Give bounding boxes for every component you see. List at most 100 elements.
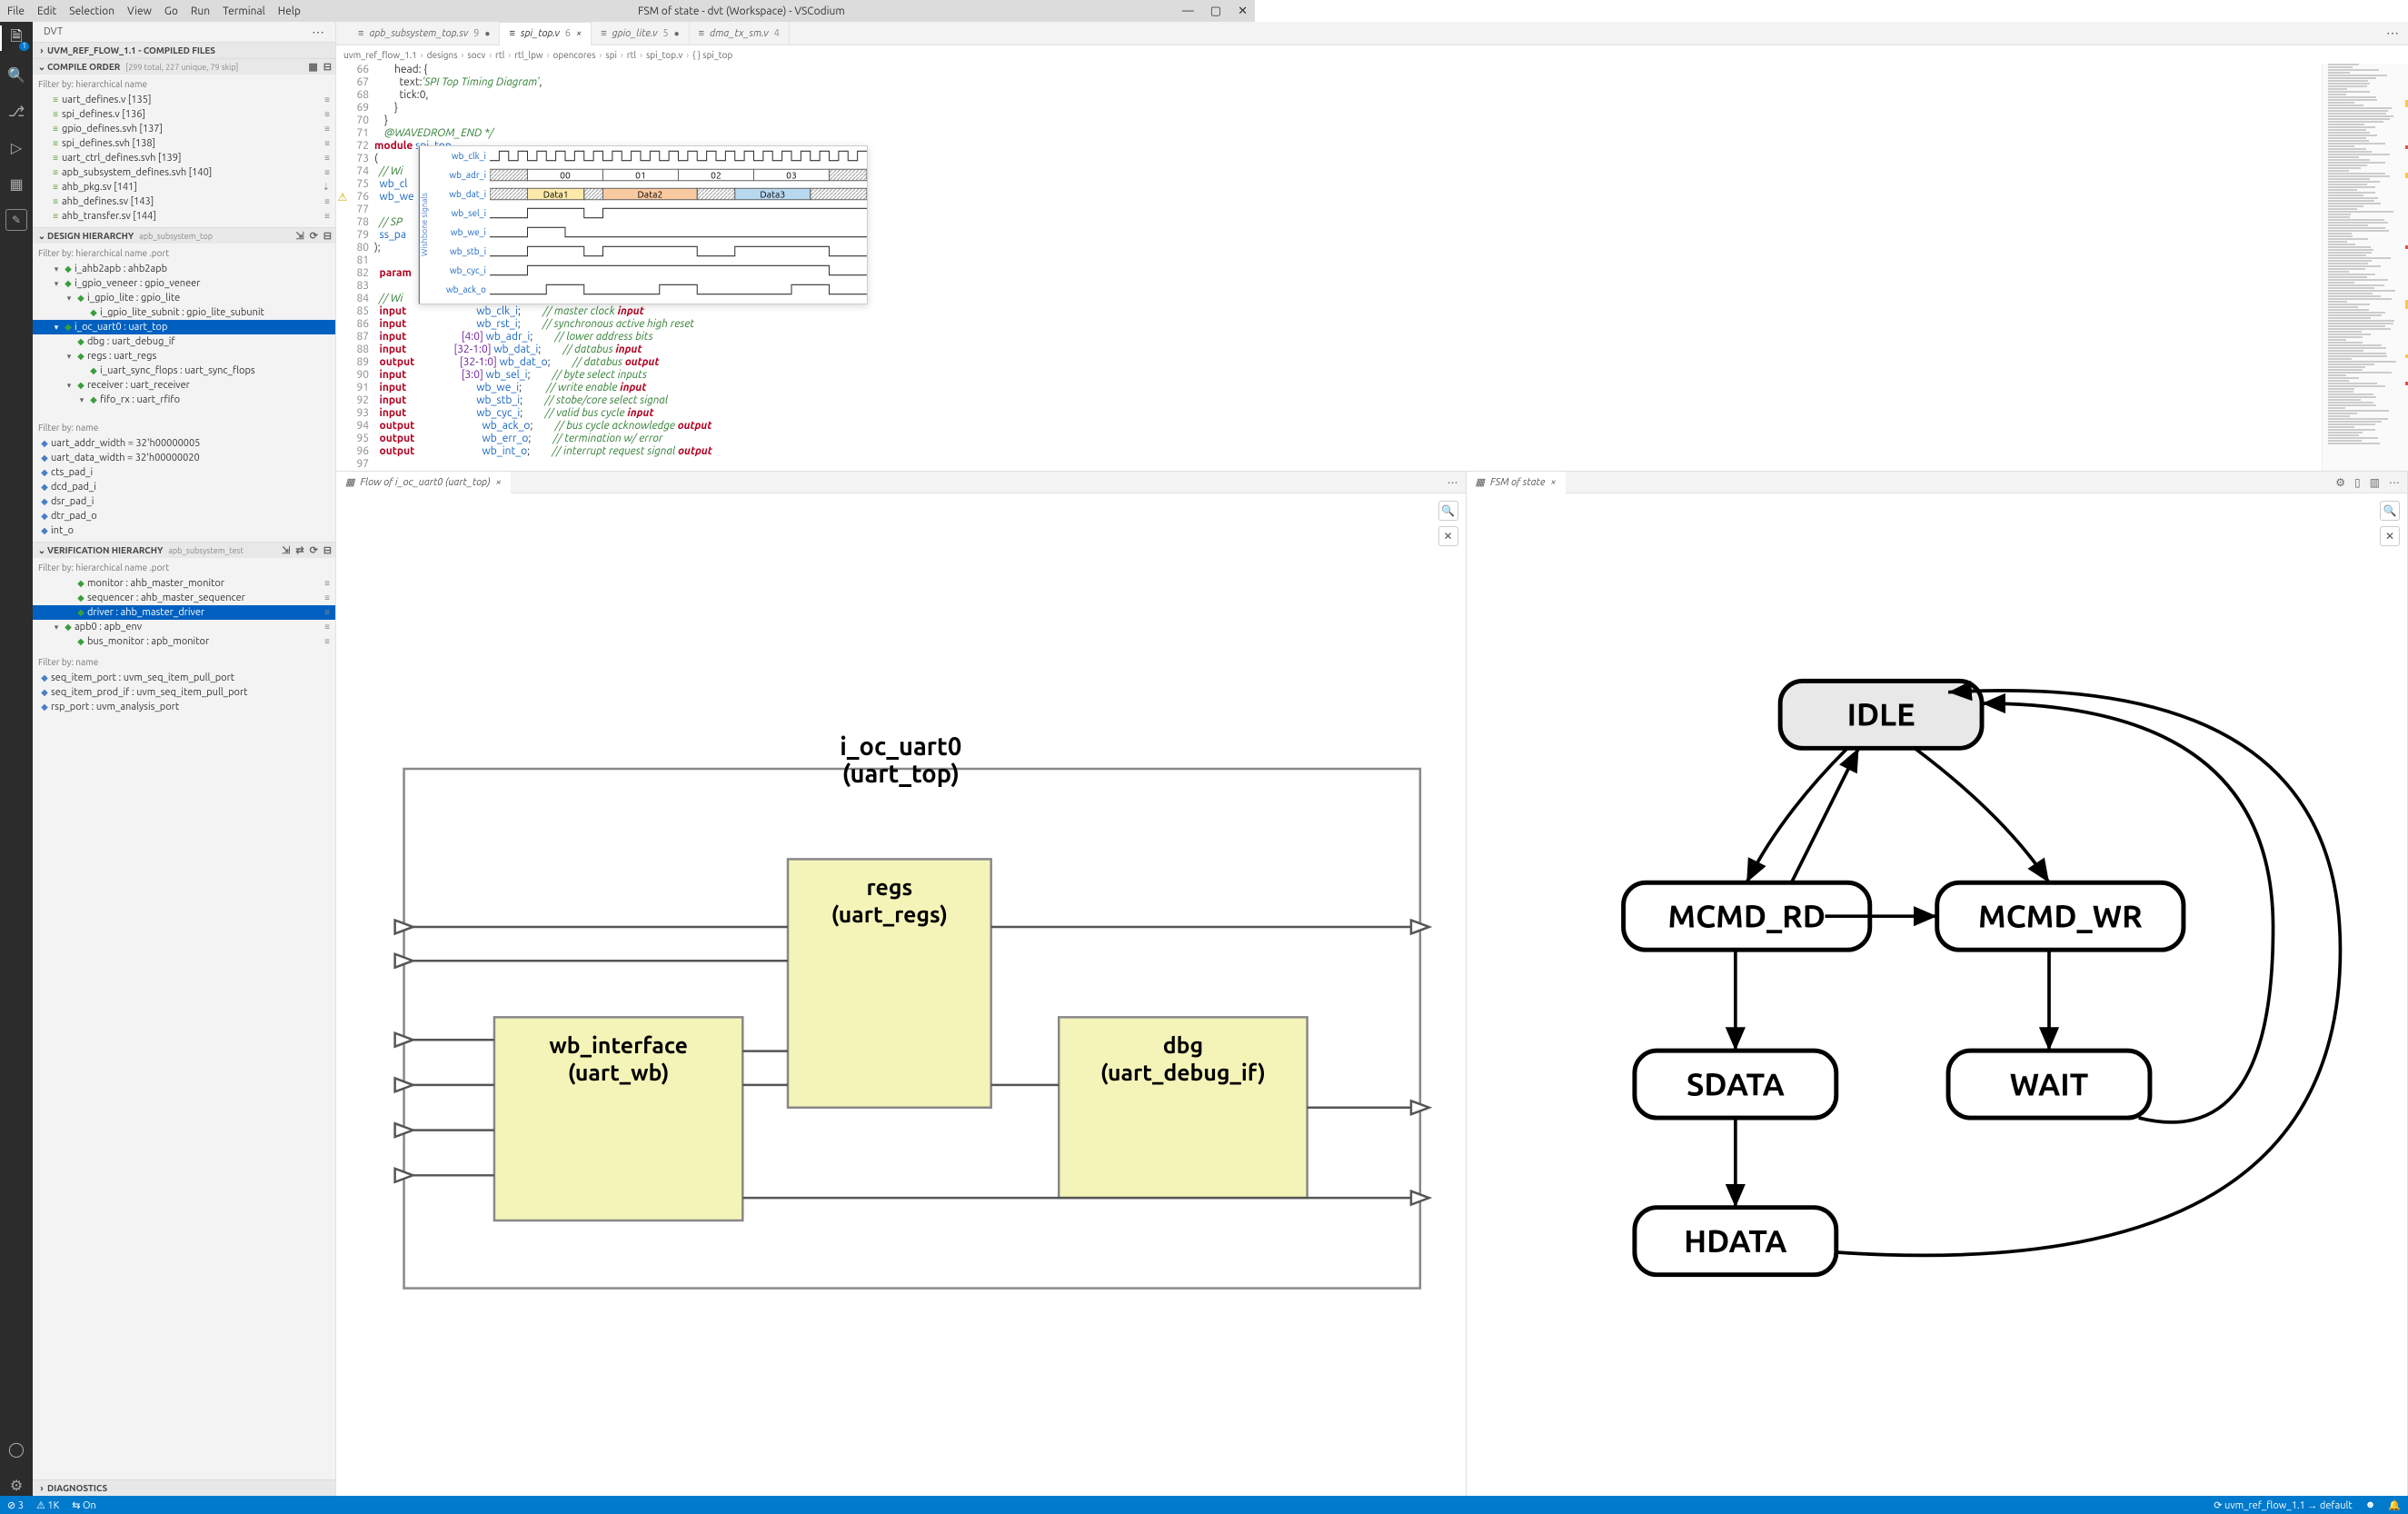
breadcrumb-segment[interactable]: uvm_ref_flow_1.1 (343, 50, 417, 60)
status-feedback-icon[interactable]: ☻ (2365, 1499, 2376, 1510)
compile-order-item[interactable]: ≡gpio_defines.svh [137]≡ (33, 122, 335, 136)
compile-order-item[interactable]: ≡apb_subsystem_defines.svh [140]≡ (33, 165, 335, 180)
menu-run[interactable]: Run (191, 5, 210, 17)
design-hier-item[interactable]: ▾◆regs : uart_regs (33, 349, 335, 364)
collapse-icon[interactable]: ⊟ (323, 544, 332, 556)
verif-ports-filter[interactable] (38, 654, 330, 669)
tab-spi-top[interactable]: ≡ spi_top.v 6 × (500, 22, 592, 45)
layout-grid-icon[interactable]: ▥ (2370, 476, 2380, 489)
tab-apb-subsystem[interactable]: ≡ apb_subsystem_top.sv 9 ● (349, 22, 500, 45)
verif-hier-item[interactable]: ◆bus_monitor : apb_monitor≡ (33, 634, 335, 649)
breadcrumb-segment[interactable]: spi (605, 50, 617, 60)
account-icon[interactable]: ◯ (5, 1438, 27, 1459)
design-port-item[interactable]: ◆cts_pad_i (33, 465, 335, 480)
hierarchy-icon[interactable]: ⇲ (282, 544, 290, 556)
design-hier-item[interactable]: ◆dbg : uart_debug_if (33, 334, 335, 349)
verification-hierarchy-tree[interactable]: ◆monitor : ahb_master_monitor≡◆sequencer… (33, 576, 335, 652)
fit-icon[interactable]: ✕ (1438, 526, 1458, 546)
verification-ports-list[interactable]: ◆seq_item_port : uvm_seq_item_pull_port◆… (33, 671, 335, 718)
files-icon[interactable]: 🗎1 (5, 27, 27, 49)
menu-terminal[interactable]: Terminal (223, 5, 265, 17)
tab-fsm[interactable]: ▦ FSM of state × (1467, 472, 1566, 493)
editor-more-icon[interactable]: ⋯ (2377, 25, 2408, 41)
sidebar-more-icon[interactable]: ⋯ (312, 25, 324, 40)
panel-diagnostics[interactable]: › DIAGNOSTICS (33, 1479, 335, 1496)
verif-port-item[interactable]: ◆rsp_port : uvm_analysis_port (33, 700, 335, 714)
design-hier-item[interactable]: ▾◆i_ahb2apb : ahb2apb (33, 262, 335, 276)
collapse-icon[interactable]: ⊟ (323, 61, 332, 73)
design-hier-item[interactable]: ▾◆i_gpio_lite : gpio_lite (33, 291, 335, 305)
breadcrumb-segment[interactable]: spi_top.v (646, 50, 682, 60)
compile-order-filter[interactable] (38, 76, 330, 91)
verif-hier-item[interactable]: ◆driver : ahb_master_driver≡ (33, 605, 335, 620)
close-icon[interactable]: ✕ (1238, 5, 1248, 18)
search-icon[interactable]: 🔍 (5, 64, 27, 85)
tab-close-icon[interactable]: × (1550, 477, 1556, 488)
menu-view[interactable]: View (127, 5, 152, 17)
menu-go[interactable]: Go (164, 5, 178, 17)
breadcrumb[interactable]: uvm_ref_flow_1.1›designs›socv›rtl›rtl_lp… (336, 45, 2408, 64)
menu-help[interactable]: Help (278, 5, 301, 17)
compile-order-item[interactable]: ≡spi_defines.v [136]≡ (33, 107, 335, 122)
menu-selection[interactable]: Selection (69, 5, 114, 17)
menu-bar[interactable]: File Edit Selection View Go Run Terminal… (7, 5, 301, 17)
breadcrumb-segment[interactable]: designs (427, 50, 458, 60)
compile-order-item[interactable]: ≡spi_defines.svh [138]≡ (33, 136, 335, 151)
verif-port-item[interactable]: ◆seq_item_prod_if : uvm_seq_item_pull_po… (33, 685, 335, 700)
tab-dma-tx-sm[interactable]: ≡ dma_tx_sm.v 4 (690, 22, 790, 45)
hierarchy-icon[interactable]: ⇲ (295, 230, 303, 242)
status-sync[interactable]: ⇆ On (72, 1499, 96, 1511)
refresh-icon[interactable]: ⟳ (310, 544, 318, 556)
status-warnings[interactable]: ⚠ 1K (36, 1499, 59, 1511)
breadcrumb-segment[interactable]: rtl (627, 50, 636, 60)
verif-port-item[interactable]: ◆seq_item_port : uvm_seq_item_pull_port (33, 671, 335, 685)
design-hier-filter[interactable] (38, 245, 330, 260)
maximize-icon[interactable]: ▢ (1210, 5, 1221, 18)
compile-order-tree[interactable]: ≡uart_defines.v [135]≡≡spi_defines.v [13… (33, 93, 335, 227)
menu-edit[interactable]: Edit (37, 5, 56, 17)
design-port-item[interactable]: ◆int_o (33, 523, 335, 538)
verif-hier-item[interactable]: ◆monitor : ahb_master_monitor≡ (33, 576, 335, 591)
refresh-icon[interactable]: ⟳ (310, 230, 318, 242)
verif-hier-item[interactable]: ◆sequencer : ahb_master_sequencer≡ (33, 591, 335, 605)
design-ports-filter[interactable] (38, 420, 330, 434)
compile-order-item[interactable]: ≡ahb_defines.sv [143]≡ (33, 194, 335, 209)
design-hier-item[interactable]: ▾◆fifo_rx : uart_rfifo (33, 393, 335, 407)
panel-verification-hierarchy[interactable]: ⌄ VERIFICATION HIERARCHY apb_subsystem_t… (33, 542, 335, 558)
compile-order-item[interactable]: ≡uart_ctrl_defines.svh [139]≡ (33, 151, 335, 165)
breadcrumb-segment[interactable]: rtl (495, 50, 504, 60)
panel-compiled-files[interactable]: › UVM_REF_FLOW_1.1 - COMPILED FILES (33, 42, 335, 58)
fit-icon[interactable]: ✕ (2380, 526, 2400, 546)
panel-design-hierarchy[interactable]: ⌄ DESIGN HIERARCHY apb_subsystem_top ⇲⟳⊟ (33, 227, 335, 244)
breadcrumb-segment[interactable]: opencores (553, 50, 596, 60)
minimap[interactable] (2322, 64, 2408, 471)
zoom-icon[interactable]: 🔍 (1438, 501, 1458, 521)
link-icon[interactable]: ⇄ (295, 544, 303, 556)
design-hier-item[interactable]: ▾◆i_oc_uart0 : uart_top (33, 320, 335, 334)
collapse-icon[interactable]: ⊟ (323, 230, 332, 242)
design-hier-item[interactable]: ◆i_uart_sync_flops : uart_sync_flops (33, 364, 335, 378)
tab-close-icon[interactable]: × (496, 477, 502, 488)
gear-icon[interactable]: ⚙ (2335, 476, 2345, 489)
design-port-item[interactable]: ◆dtr_pad_o (33, 509, 335, 523)
design-hier-item[interactable]: ▾◆receiver : uart_receiver (33, 378, 335, 393)
status-branch[interactable]: ⟳ uvm_ref_flow_1.1 → default (2214, 1499, 2353, 1511)
status-errors[interactable]: ⊘ 3 (7, 1499, 24, 1511)
panel-more-icon[interactable]: ⋯ (2389, 476, 2400, 489)
status-bell-icon[interactable]: 🔔 (2388, 1499, 2401, 1511)
flow-diagram[interactable]: 🔍 ✕ i_oc_uart0 (uart_top) regs (uart_reg… (336, 493, 1466, 1496)
fsm-diagram[interactable]: 🔍 ✕ IDLE MCMD_RD MCMD_WR SDATA WAIT HDAT… (1467, 493, 2407, 1496)
filter-icon[interactable]: ▦ (308, 61, 317, 73)
design-ports-list[interactable]: ◆uart_addr_width = 32'h00000005◆uart_dat… (33, 436, 335, 542)
code-editor[interactable]: ⚠ 66676869707172737475767778798081828384… (336, 64, 2322, 471)
extensions-icon[interactable]: ▦ (5, 173, 27, 194)
verif-hier-item[interactable]: ▾◆apb0 : apb_env≡ (33, 620, 335, 634)
design-port-item[interactable]: ◆uart_data_width = 32'h00000020 (33, 451, 335, 465)
source-control-icon[interactable]: ⎇ (5, 100, 27, 122)
design-port-item[interactable]: ◆uart_addr_width = 32'h00000005 (33, 436, 335, 451)
dvt-icon[interactable]: ✎ (5, 209, 27, 231)
verif-hier-filter[interactable] (38, 560, 330, 574)
tab-flow[interactable]: ▦ Flow of i_oc_uart0 (uart_top) × (336, 472, 511, 493)
run-debug-icon[interactable]: ▷ (5, 136, 27, 158)
menu-file[interactable]: File (7, 5, 25, 17)
